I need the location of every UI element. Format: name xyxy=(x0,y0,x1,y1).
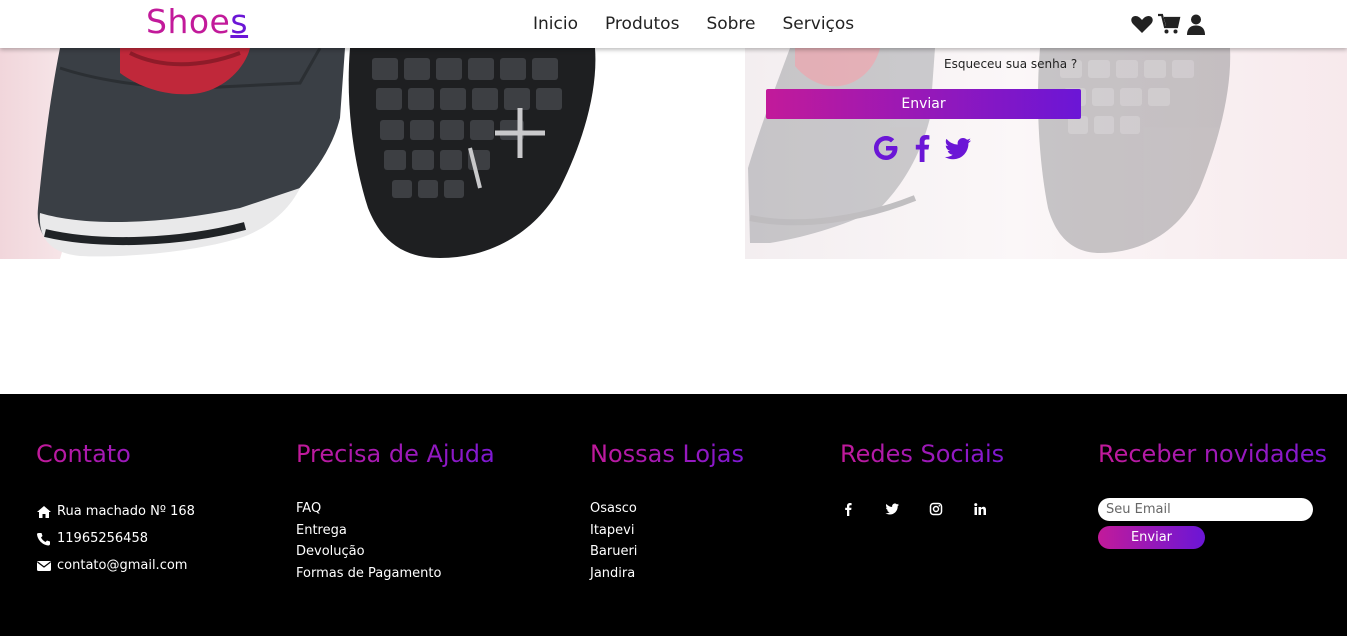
social-login-icons xyxy=(871,133,973,163)
nav-link-inicio[interactable]: Inicio xyxy=(533,14,578,34)
contact-phone-text: 11965256458 xyxy=(57,531,148,546)
facebook-icon[interactable] xyxy=(911,133,933,163)
store-osasco[interactable]: Osasco xyxy=(590,498,744,520)
linkedin-icon[interactable] xyxy=(972,502,988,516)
hero-banner xyxy=(0,48,1347,259)
page-root: Shoes Inicio Produtos Sobre Serviços Esq… xyxy=(0,0,1347,636)
store-jandira[interactable]: Jandira xyxy=(590,563,744,585)
site-footer: Contato Rua machado Nº 168 11965256458 c… xyxy=(0,394,1347,636)
help-title: Precisa de Ajuda xyxy=(296,440,495,468)
help-link-devolucao[interactable]: Devolução xyxy=(296,541,495,563)
contact-address-text: Rua machado Nº 168 xyxy=(57,504,195,519)
envelope-icon xyxy=(37,560,51,571)
top-header: Shoes Inicio Produtos Sobre Serviços xyxy=(0,0,1347,48)
social-title: Redes Sociais xyxy=(840,440,1005,468)
site-logo[interactable]: Shoes xyxy=(146,2,248,41)
footer-col-contact: Contato Rua machado Nº 168 11965256458 c… xyxy=(36,440,195,579)
nav-link-servicos[interactable]: Serviços xyxy=(783,14,855,34)
nav-link-sobre[interactable]: Sobre xyxy=(706,14,755,34)
contact-phone: 11965256458 xyxy=(36,525,195,552)
twitter-icon[interactable] xyxy=(943,133,973,163)
store-barueri[interactable]: Barueri xyxy=(590,541,744,563)
heart-icon[interactable] xyxy=(1130,13,1154,35)
sneaker-image xyxy=(0,48,1231,259)
google-icon[interactable] xyxy=(871,133,901,163)
home-icon xyxy=(37,505,51,518)
social-links xyxy=(840,502,1004,516)
cart-icon[interactable] xyxy=(1157,13,1181,35)
header-icons xyxy=(1130,13,1208,35)
instagram-icon[interactable] xyxy=(928,502,944,516)
footer-col-help: Precisa de Ajuda FAQ Entrega Devolução F… xyxy=(296,440,495,584)
store-itapevi[interactable]: Itapevi xyxy=(590,520,744,542)
user-icon[interactable] xyxy=(1184,13,1208,35)
contact-title: Contato xyxy=(36,440,195,468)
contact-address: Rua machado Nº 168 xyxy=(36,498,195,525)
forgot-password-link[interactable]: Esqueceu sua senha ? xyxy=(944,57,1077,71)
newsletter-email-input[interactable] xyxy=(1098,498,1313,521)
login-submit-button[interactable]: Enviar xyxy=(766,89,1081,119)
nav-link-produtos[interactable]: Produtos xyxy=(605,14,679,34)
logo-main-text: Shoe xyxy=(146,2,231,41)
newsletter-title: Receber novidades xyxy=(1098,440,1328,468)
footer-col-newsletter: Receber novidades Enviar xyxy=(1098,440,1327,549)
contact-email-text: contato@gmail.com xyxy=(57,558,188,573)
help-link-pagamento[interactable]: Formas de Pagamento xyxy=(296,563,495,585)
logo-last-letter: s xyxy=(230,2,249,41)
help-link-entrega[interactable]: Entrega xyxy=(296,520,495,542)
contact-email: contato@gmail.com xyxy=(36,552,195,579)
newsletter-submit-button[interactable]: Enviar xyxy=(1098,526,1205,549)
twitter-icon[interactable] xyxy=(884,502,900,516)
help-link-faq[interactable]: FAQ xyxy=(296,498,495,520)
footer-col-stores: Nossas Lojas Osasco Itapevi Barueri Jand… xyxy=(590,440,744,584)
footer-col-social: Redes Sociais xyxy=(840,440,1004,516)
main-nav: Inicio Produtos Sobre Serviços xyxy=(533,14,854,34)
phone-icon xyxy=(37,532,50,545)
facebook-icon[interactable] xyxy=(840,502,856,516)
stores-title: Nossas Lojas xyxy=(590,440,744,468)
